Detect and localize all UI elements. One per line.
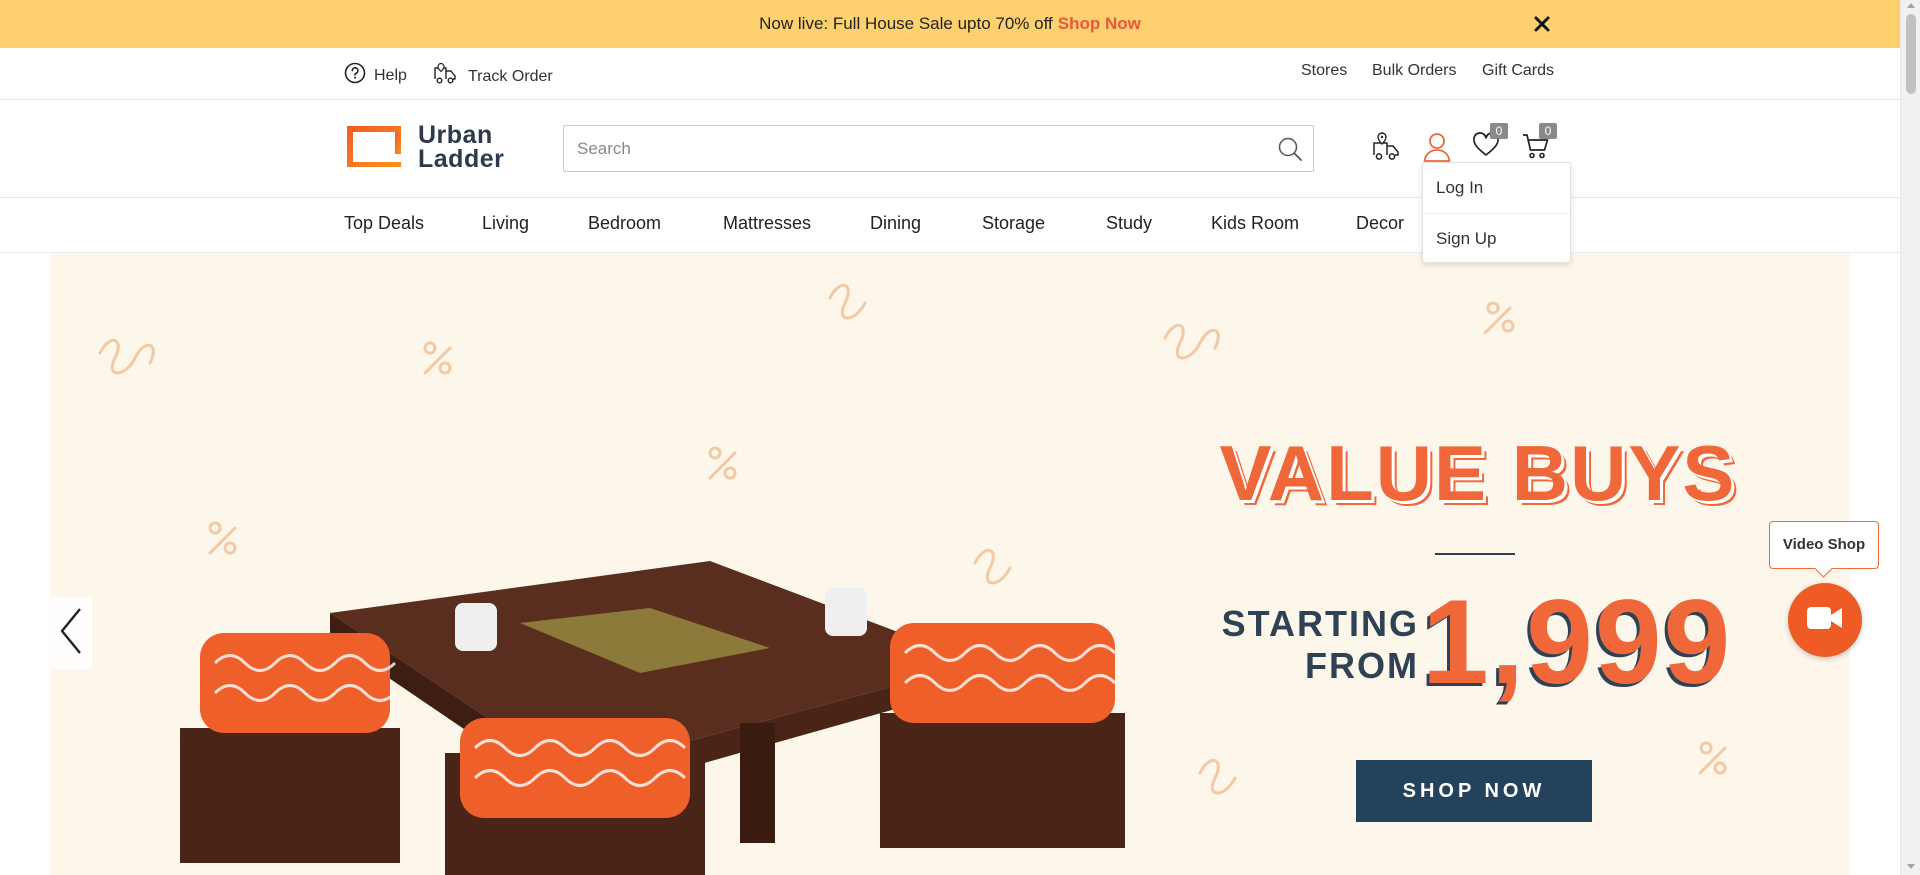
video-shop-label[interactable]: Video Shop <box>1769 521 1879 569</box>
logo-wordmark: Urban Ladder <box>418 121 505 173</box>
truck-icon <box>432 62 468 91</box>
search-box <box>563 125 1314 172</box>
hero-shop-now-button[interactable]: SHOP NOW <box>1356 760 1592 822</box>
hero-starting-line1: STARTING <box>1221 603 1419 644</box>
video-camera-icon <box>1806 605 1844 636</box>
category-nav: Top Deals Living Bedroom Mattresses Dini… <box>0 198 1900 253</box>
page-scrollbar[interactable] <box>1900 0 1920 875</box>
logo[interactable]: Urban Ladder <box>344 121 505 173</box>
hero-starting-line2: FROM <box>1305 645 1419 686</box>
help-label: Help <box>374 66 407 84</box>
logo-line1: Urban <box>418 121 493 149</box>
gift-cards-label: Gift Cards <box>1482 62 1555 79</box>
track-order-link[interactable]: Track Order <box>432 62 553 91</box>
promo-shop-now-link[interactable]: Shop Now <box>1058 14 1141 34</box>
search-input[interactable] <box>564 126 1244 171</box>
stores-label: Stores <box>1301 62 1348 79</box>
nav-item-top-deals[interactable]: Top Deals <box>344 213 424 234</box>
signup-menu-item[interactable]: Sign Up <box>1423 213 1570 263</box>
hero-price: 1,999 <box>1422 575 1733 709</box>
wishlist-count-badge: 0 <box>1490 123 1508 139</box>
scroll-up-arrow[interactable] <box>1907 3 1915 8</box>
cart-button[interactable]: 0 <box>1521 123 1557 166</box>
nav-item-decor[interactable]: Decor <box>1356 213 1404 234</box>
hero-headline: VALUE BUYS <box>1219 429 1737 517</box>
nav-item-study[interactable]: Study <box>1106 213 1152 234</box>
hero-divider <box>1435 553 1515 555</box>
carousel-prev-button[interactable] <box>50 597 92 669</box>
chevron-left-icon <box>58 606 84 661</box>
nav-item-mattresses[interactable]: Mattresses <box>723 213 811 234</box>
nav-item-dining[interactable]: Dining <box>870 213 921 234</box>
gift-cards-link[interactable]: Gift Cards <box>1482 62 1554 80</box>
promo-bar: Now live: Full House Sale upto 70% off S… <box>0 0 1900 48</box>
nav-item-living[interactable]: Living <box>482 213 529 234</box>
utility-bar: Help Track Order Stores Bulk Orders Gift… <box>0 48 1900 100</box>
scrollbar-thumb[interactable] <box>1906 14 1916 94</box>
hero-starting-from: STARTING FROM <box>1214 603 1419 687</box>
bulk-orders-link[interactable]: Bulk Orders <box>1372 62 1456 80</box>
stores-link[interactable]: Stores <box>1301 62 1347 80</box>
nav-item-storage[interactable]: Storage <box>982 213 1045 234</box>
hero-banner[interactable]: VALUE BUYS STARTING FROM 1,999 SHOP NOW <box>50 253 1850 875</box>
heart-icon <box>1472 132 1500 163</box>
location-truck-icon[interactable] <box>1371 131 1403 168</box>
help-link[interactable]: Help <box>344 62 407 89</box>
site-header: Urban Ladder 0 0 <box>0 100 1900 198</box>
close-icon[interactable] <box>1530 12 1554 36</box>
promo-text: Now live: Full House Sale upto 70% off <box>759 14 1053 33</box>
nav-item-bedroom[interactable]: Bedroom <box>588 213 661 234</box>
cart-count-badge: 0 <box>1539 123 1557 139</box>
scroll-down-arrow[interactable] <box>1907 864 1915 869</box>
video-shop-button[interactable] <box>1788 583 1862 657</box>
search-icon[interactable] <box>1277 136 1303 167</box>
login-menu-item[interactable]: Log In <box>1423 163 1570 213</box>
help-icon <box>344 62 374 89</box>
account-dropdown: Log In Sign Up <box>1422 162 1571 263</box>
bulk-orders-label: Bulk Orders <box>1372 62 1457 79</box>
track-order-label: Track Order <box>468 67 553 85</box>
logo-mark-icon <box>344 122 404 173</box>
wishlist-button[interactable]: 0 <box>1472 123 1508 164</box>
nav-item-kids-room[interactable]: Kids Room <box>1211 213 1299 234</box>
logo-line2: Ladder <box>418 145 505 173</box>
